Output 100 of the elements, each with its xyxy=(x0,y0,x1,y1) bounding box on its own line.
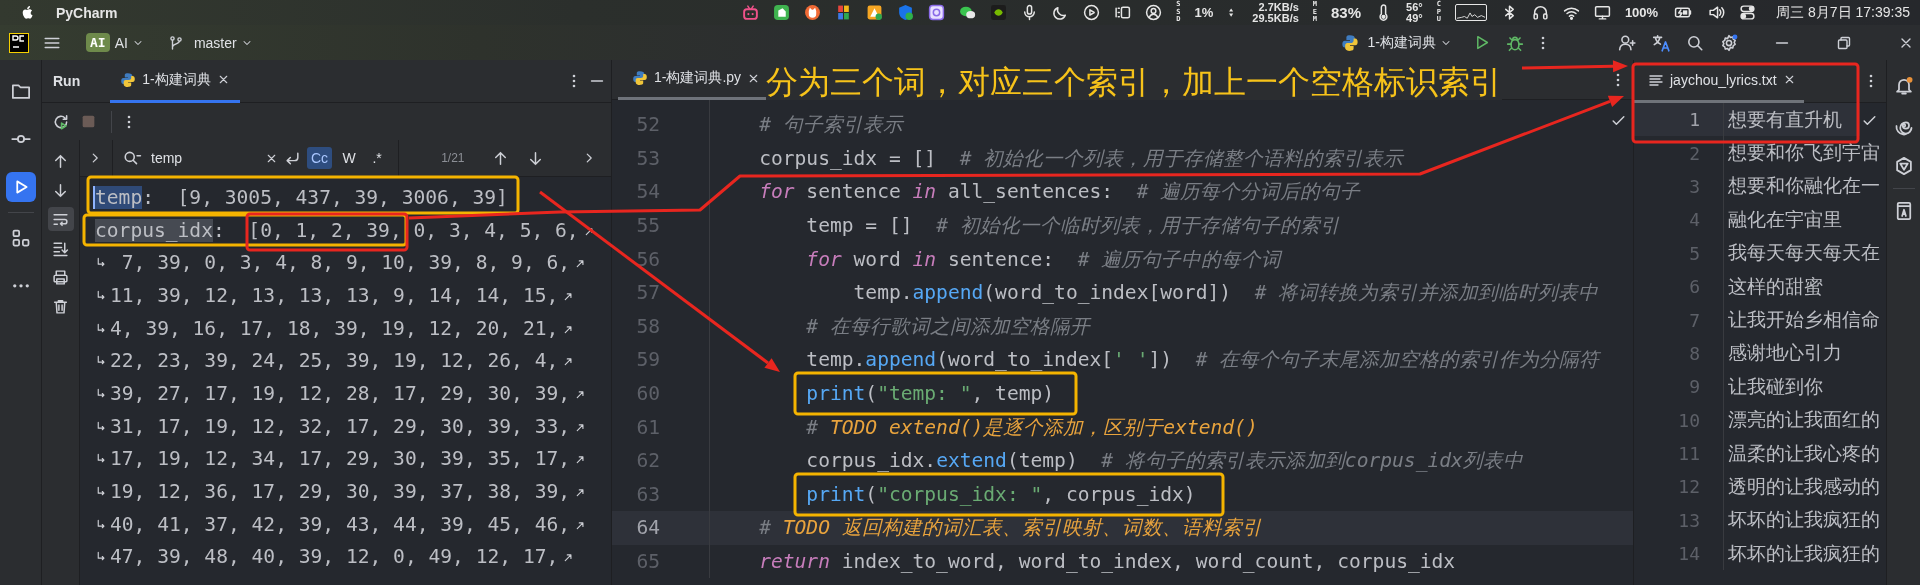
rerun-icon[interactable] xyxy=(52,112,70,131)
branch-button[interactable]: master xyxy=(162,30,258,55)
scroll-to-end-icon xyxy=(52,239,69,257)
line-number: 4 xyxy=(1688,209,1700,231)
more-icon[interactable] xyxy=(126,113,132,130)
code-line: return index_to_word, word_to_index, word_count, corpus_idx xyxy=(759,550,1456,573)
code-line: temp.append(word_to_index[word]) # 将词转换为索引并添加到临时列表中 xyxy=(853,280,1599,307)
text-line: 想要和你飞到宇宙 xyxy=(1728,140,1880,166)
line-number: 54 xyxy=(635,180,660,204)
code-line: # TODO 返回构建的词汇表、索引映射、词数、语料索引 xyxy=(759,515,1262,542)
structure-icon xyxy=(10,228,31,248)
code-line: corpus_idx.extend(temp) # 将句子的索引表示添加到corpus_idx列表中 xyxy=(806,448,1523,475)
line-number: 53 xyxy=(635,146,660,170)
code-line: print("temp: ", temp) xyxy=(806,382,1055,406)
more-icon[interactable] xyxy=(571,73,577,89)
code-line: temp = [] # 初始化一个临时列表，用于存储句子的索引 xyxy=(806,213,1340,240)
line-number: 63 xyxy=(635,482,660,506)
code-line: # 在每行歌词之间添加空格隔开 xyxy=(806,313,1090,340)
line-number: 9 xyxy=(1688,376,1700,398)
line-number: 61 xyxy=(635,415,660,439)
branch-icon xyxy=(167,34,184,51)
output-line: 31, 17, 19, 12, 32, 17, 29, 30, 39, 33, xyxy=(110,414,571,438)
wifi-icon xyxy=(1562,4,1580,21)
output-line: 4, 39, 16, 17, 18, 39, 19, 12, 20, 21, xyxy=(110,316,559,340)
app-icon xyxy=(928,4,946,21)
display-icon xyxy=(1114,4,1132,21)
output-line: corpus_idx: [0, 1, 2, 39, 0, 3, 4, 5, 6, xyxy=(95,218,579,242)
line-number: 12 xyxy=(1677,476,1700,498)
run-config-button[interactable]: 1-构建词典 xyxy=(1335,29,1457,56)
text-line: 坏坏的让我疯狂的 xyxy=(1728,507,1880,533)
text-line: 想要有直升机 xyxy=(1728,106,1842,132)
text-line: 想要和你融化在一 xyxy=(1728,173,1880,199)
output-line: 17, 19, 12, 34, 17, 29, 30, 39, 35, 17, xyxy=(110,447,571,471)
restore-icon[interactable] xyxy=(1836,34,1852,51)
notifications-icon[interactable] xyxy=(1893,76,1914,96)
line-number: 57 xyxy=(635,281,660,305)
code-line: # TODO extend()是逐个添加，区别于extend() xyxy=(806,414,1258,441)
python-icon xyxy=(632,70,648,86)
add-user-icon[interactable] xyxy=(1618,33,1636,52)
play-icon xyxy=(1083,4,1101,21)
text-line: 透明的让我感动的 xyxy=(1728,474,1880,499)
output-line: 40, 41, 37, 42, 39, 43, 44, 39, 45, 46, xyxy=(110,512,571,536)
text-line: 感谢地心引力 xyxy=(1728,340,1842,366)
search-icon[interactable] xyxy=(1686,33,1704,52)
app-logo[interactable] xyxy=(9,32,29,53)
text-line: 这样的甜蜜 xyxy=(1728,273,1823,299)
ai-badge: AI xyxy=(86,33,110,52)
toggle-icon xyxy=(1739,4,1757,21)
line-number: 14 xyxy=(1677,543,1700,565)
memory-usage: 83% xyxy=(1331,4,1362,21)
text-line: 坏坏的让我疯狂的 xyxy=(1728,540,1880,566)
hexagon-icon[interactable] xyxy=(1893,156,1914,176)
line-number: 56 xyxy=(635,247,660,271)
line-number: 55 xyxy=(635,214,660,238)
search-option[interactable]: Cc xyxy=(307,147,333,169)
line-number: 8 xyxy=(1688,342,1700,364)
app-name[interactable]: PyCharm xyxy=(56,4,118,21)
battery-level: 100% xyxy=(1624,5,1659,20)
code-line: corpus_idx = [] # 初始化一个列表，用于存储整个语料的索引表示 xyxy=(759,145,1404,172)
ssd-usage: 1% xyxy=(1194,5,1214,20)
up-arrow-icon xyxy=(52,152,69,170)
code-line: temp.append(word_to_index[' ']) # 在每个句子末尾添加空格的索引作为分隔符 xyxy=(806,347,1600,374)
chat-icon xyxy=(959,4,977,21)
soft-wrap-button[interactable] xyxy=(47,207,74,231)
line-number: 65 xyxy=(635,550,660,573)
more-icon[interactable] xyxy=(1615,71,1621,88)
more-icon[interactable] xyxy=(1868,73,1874,89)
clock[interactable]: 周三 8月7日 17:39:35 xyxy=(1776,3,1910,22)
line-number: 1 xyxy=(1688,109,1700,131)
temperature: 49° xyxy=(1406,12,1423,24)
output-line: 7, 39, 0, 3, 4, 8, 9, 10, 39, 8, 9, 6, xyxy=(120,251,571,275)
text-line: 漂亮的让我面红的 xyxy=(1728,407,1880,433)
line-number: 2 xyxy=(1688,142,1700,164)
run-icon-button[interactable] xyxy=(5,172,36,202)
more-icon xyxy=(10,282,31,290)
text-line: 温柔的让我心疼的 xyxy=(1728,440,1880,466)
headset-icon xyxy=(1531,4,1549,21)
ai-menu-button[interactable]: AI xyxy=(109,30,149,55)
search-option[interactable]: .* xyxy=(366,147,389,169)
text-line: 我每天每天每天在 xyxy=(1728,240,1880,266)
temperature: 56° xyxy=(1406,1,1423,13)
line-number: 5 xyxy=(1688,242,1700,264)
tv-icon xyxy=(742,4,760,21)
line-number: 52 xyxy=(635,113,660,137)
more-icon[interactable] xyxy=(1540,34,1546,51)
search-option[interactable]: W xyxy=(338,147,361,169)
code-line: print("corpus_idx: ", corpus_idx) xyxy=(806,482,1196,506)
upload-rate: 2.7KB/s xyxy=(1257,1,1299,13)
line-number: 11 xyxy=(1677,443,1700,465)
output-line: 47, 39, 48, 40, 39, 12, 0, 49, 12, 17, xyxy=(110,545,559,569)
settings-icon[interactable] xyxy=(1720,33,1738,52)
translate-icon[interactable] xyxy=(1652,33,1670,52)
annotation-text: 分为三个词，对应三个索引，加上一个空格标识索引 xyxy=(766,64,1502,100)
line-number: 60 xyxy=(635,382,660,406)
python-icon xyxy=(120,71,137,88)
search-icon[interactable] xyxy=(123,149,141,167)
line-number: 10 xyxy=(1677,409,1700,431)
search-field[interactable]: temp xyxy=(147,148,259,168)
run-tab[interactable]: 1-构建词典 xyxy=(110,59,240,103)
code-line: for sentence in all_sentences: # 遍历每个分词后的句子 xyxy=(759,179,1361,206)
